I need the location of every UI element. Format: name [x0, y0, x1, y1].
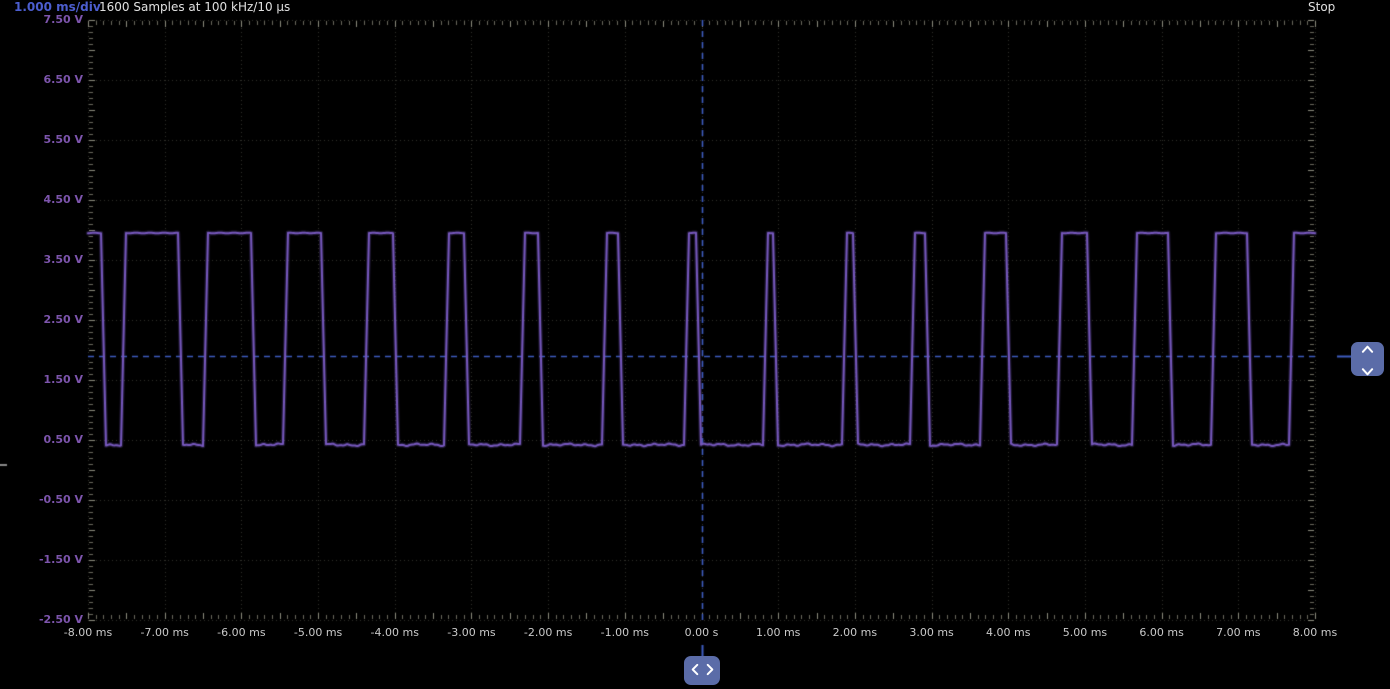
y-axis-label: -0.50 V [0, 493, 83, 506]
run-state-button[interactable]: Stop [1308, 0, 1335, 15]
x-axis-label: 8.00 ms [1270, 626, 1360, 639]
chevron-down-icon [1361, 361, 1374, 380]
chevron-up-icon [1361, 338, 1374, 357]
scope-plot-canvas[interactable] [0, 0, 1390, 689]
y-axis-label: 0.50 V [0, 433, 83, 446]
y-axis-label: -2.50 V [0, 613, 83, 626]
y-axis-label: 4.50 V [0, 193, 83, 206]
sample-info-label: 1600 Samples at 100 kHz/10 µs [99, 0, 290, 15]
trigger-position-button[interactable] [684, 656, 720, 685]
trigger-level-button[interactable] [1351, 342, 1384, 376]
y-axis-label: 3.50 V [0, 253, 83, 266]
y-axis-label: 6.50 V [0, 73, 83, 86]
chevron-left-icon [691, 661, 699, 680]
y-axis-label: 7.50 V [0, 13, 83, 26]
y-axis-label: 5.50 V [0, 133, 83, 146]
y-axis-label: 1.50 V [0, 373, 83, 386]
chevron-right-icon [706, 661, 714, 680]
y-axis-label: 2.50 V [0, 313, 83, 326]
y-axis-label: -1.50 V [0, 553, 83, 566]
